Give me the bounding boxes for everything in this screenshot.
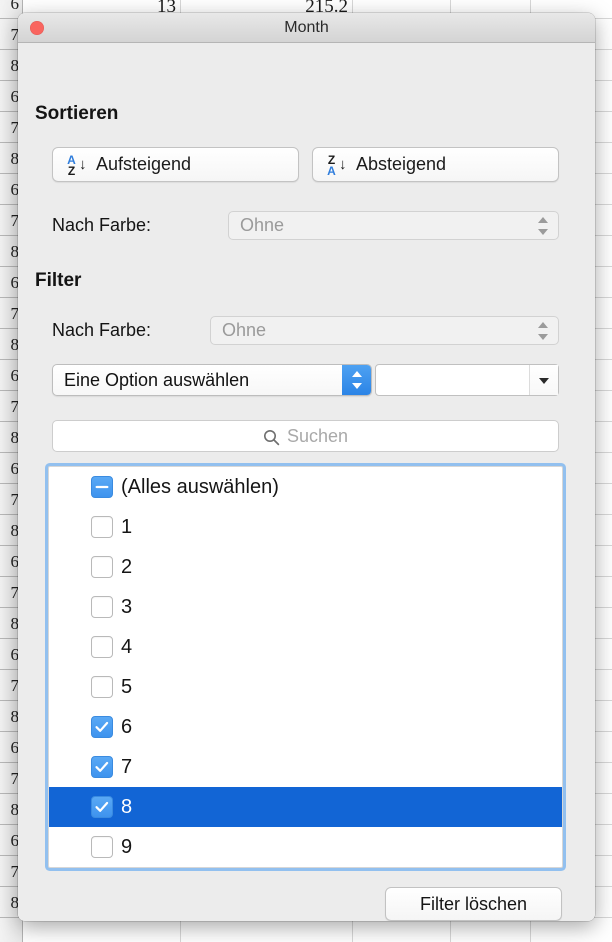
sort-descending-label: Absteigend — [356, 154, 447, 174]
za-icon-letter-bottom: A — [327, 163, 336, 178]
search-placeholder: Suchen — [286, 425, 349, 446]
az-icon-arrow: ↓ — [79, 155, 87, 173]
clear-filter-button[interactable]: Filter löschen — [385, 887, 562, 921]
checkbox-checked-icon[interactable] — [91, 716, 113, 738]
checkbox-unchecked-icon[interactable] — [91, 676, 113, 698]
list-item[interactable]: 3 — [49, 587, 562, 627]
search-icon — [263, 429, 280, 446]
sort-ascending-button[interactable]: A Z ↓ Aufsteigend — [52, 147, 299, 182]
sort-descending-za-icon: Z A ↓ — [324, 151, 352, 179]
za-icon-arrow: ↓ — [339, 155, 347, 173]
sort-ascending-label: Aufsteigend — [96, 154, 192, 174]
list-item[interactable]: 4 — [49, 627, 562, 667]
list-item[interactable]: 8 — [49, 787, 562, 827]
list-item-label: 5 — [121, 675, 133, 698]
filter-section-heading: Filter — [35, 270, 82, 291]
list-item-label: (Alles auswählen) — [121, 475, 279, 498]
list-item-label: 7 — [121, 755, 133, 778]
list-item-label: 8 — [121, 795, 133, 818]
chevron-down-icon[interactable] — [529, 365, 558, 395]
sort-ascending-az-icon: A Z ↓ — [64, 151, 92, 179]
search-input[interactable]: Suchen — [52, 420, 559, 452]
checkbox-unchecked-icon[interactable] — [91, 556, 113, 578]
dialog-body: Sortieren A Z ↓ Aufsteigend Z A ↓ Abstei… — [18, 43, 595, 921]
list-item[interactable]: 1 — [49, 507, 562, 547]
list-item[interactable]: 9 — [49, 827, 562, 867]
list-item-label: 6 — [121, 715, 133, 738]
list-item-label: 9 — [121, 835, 133, 858]
list-item[interactable]: 6 — [49, 707, 562, 747]
list-item-label: 2 — [121, 555, 133, 578]
az-icon-letter-bottom: Z — [67, 163, 76, 178]
checkbox-checked-icon[interactable] — [91, 796, 113, 818]
filter-by-color-label: Nach Farbe: — [52, 320, 152, 340]
filter-option-popup[interactable]: Eine Option auswählen — [52, 364, 372, 396]
list-item[interactable]: 2 — [49, 547, 562, 587]
sort-by-color-popup[interactable]: Ohne — [228, 211, 559, 240]
filter-by-color-value: Ohne — [222, 320, 267, 340]
checkbox-unchecked-icon[interactable] — [91, 516, 113, 538]
sort-by-color-label: Nach Farbe: — [52, 215, 152, 235]
list-item[interactable]: 5 — [49, 667, 562, 707]
filter-values-listbox[interactable]: (Alles auswählen) 1 2 3 4 5 6 7 8 9 — [48, 466, 563, 868]
checkbox-mixed-icon[interactable] — [91, 476, 113, 498]
checkbox-unchecked-icon[interactable] — [91, 596, 113, 618]
stepper-chevron-icon — [538, 216, 550, 236]
filter-value-combo[interactable] — [375, 364, 559, 396]
checkbox-unchecked-icon[interactable] — [91, 836, 113, 858]
filter-by-color-popup[interactable]: Ohne — [210, 316, 559, 345]
list-item-label: 1 — [121, 515, 133, 538]
checkbox-checked-icon[interactable] — [91, 756, 113, 778]
dialog-titlebar[interactable]: Month — [18, 13, 595, 43]
stepper-chevron-icon — [538, 321, 550, 341]
list-item[interactable]: 7 — [49, 747, 562, 787]
list-item[interactable]: (Alles auswählen) — [49, 467, 562, 507]
checkbox-unchecked-icon[interactable] — [91, 636, 113, 658]
filter-option-value: Eine Option auswählen — [64, 370, 250, 390]
sort-by-color-value: Ohne — [240, 215, 285, 235]
list-item-label: 3 — [121, 595, 133, 618]
dialog-title: Month — [284, 19, 329, 36]
popup-chevron-icon — [342, 365, 371, 395]
list-item-label: 4 — [121, 635, 133, 658]
sort-descending-button[interactable]: Z A ↓ Absteigend — [312, 147, 559, 182]
filter-sort-dialog: Month Sortieren A Z ↓ Aufsteigend Z A ↓ … — [18, 13, 595, 921]
sort-section-heading: Sortieren — [35, 103, 119, 124]
